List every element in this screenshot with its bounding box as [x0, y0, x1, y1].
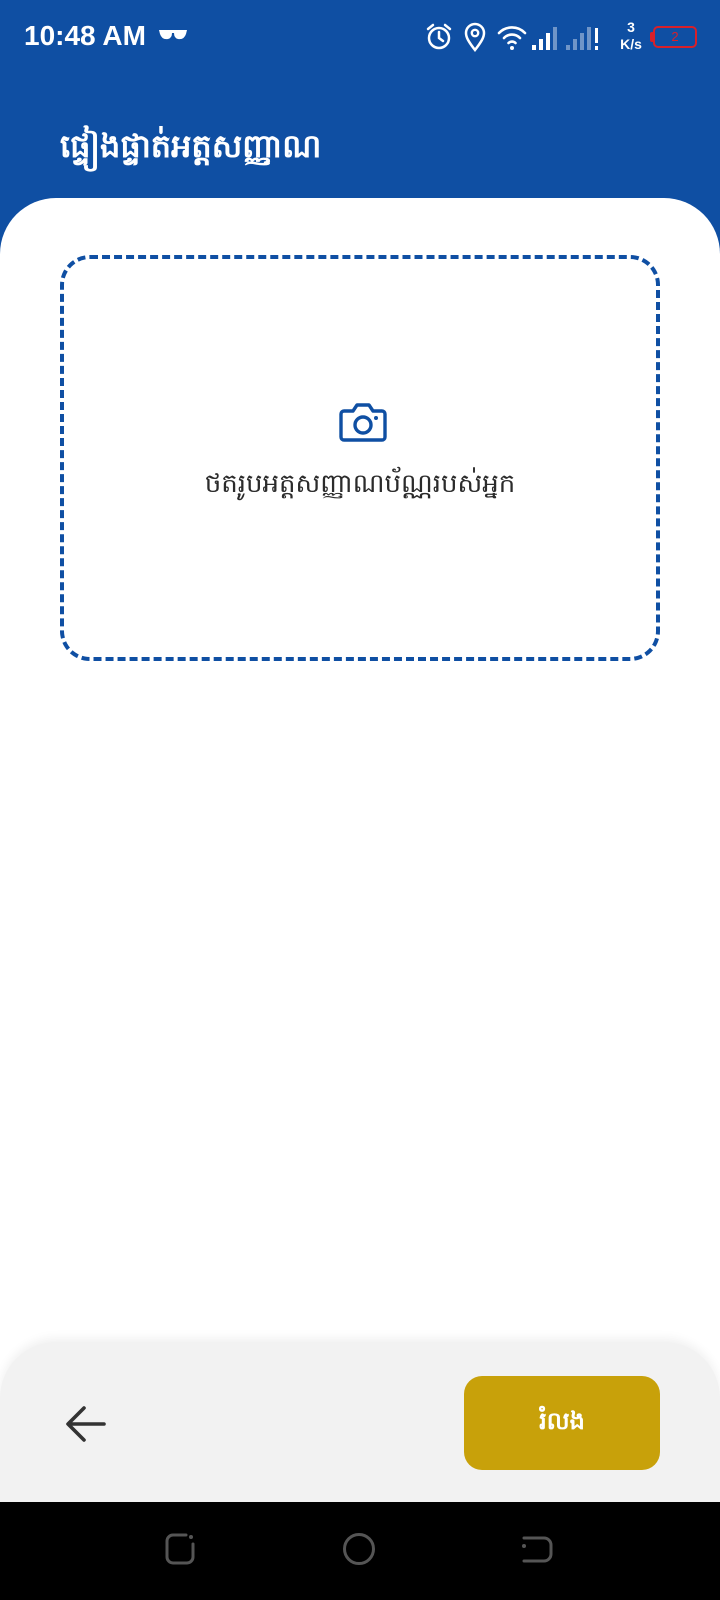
signal-2-icon: [564, 22, 604, 56]
skip-button[interactable]: រំលង: [464, 1376, 660, 1470]
alarm-icon: [424, 22, 454, 56]
back-button[interactable]: [60, 1398, 112, 1450]
battery-level: 2: [671, 29, 679, 44]
recents-icon[interactable]: [164, 1532, 196, 1570]
battery-icon: 2: [653, 26, 697, 48]
home-icon[interactable]: [342, 1532, 376, 1570]
bottom-action-bar: រំលង: [0, 1342, 720, 1502]
camera-icon: [338, 401, 388, 447]
location-icon: [462, 22, 488, 56]
status-bar: 10:48 AM 3 K/s 2: [0, 0, 720, 74]
upload-label: ថតរូបអត្តសញ្ញាណប័ណ្ណរបស់អ្នក: [204, 469, 516, 499]
system-nav-bar: [0, 1502, 720, 1600]
network-speed: 3 K/s: [614, 19, 648, 53]
id-photo-upload-area[interactable]: ថតរូបអត្តសញ្ញាណប័ណ្ណរបស់អ្នក: [60, 255, 660, 661]
status-time: 10:48 AM: [24, 20, 146, 51]
glasses-icon: [158, 27, 188, 47]
arrow-left-icon: [66, 1406, 106, 1442]
wifi-icon: [496, 22, 528, 56]
status-icons: 3 K/s 2: [420, 19, 720, 60]
nav-back-icon[interactable]: [520, 1532, 554, 1570]
page-title: ផ្ទៀងផ្ទាត់អត្តសញ្ញាណ: [60, 127, 322, 165]
network-speed-value: 3: [627, 19, 635, 35]
network-speed-unit: K/s: [620, 36, 642, 52]
signal-icon: [530, 22, 560, 56]
